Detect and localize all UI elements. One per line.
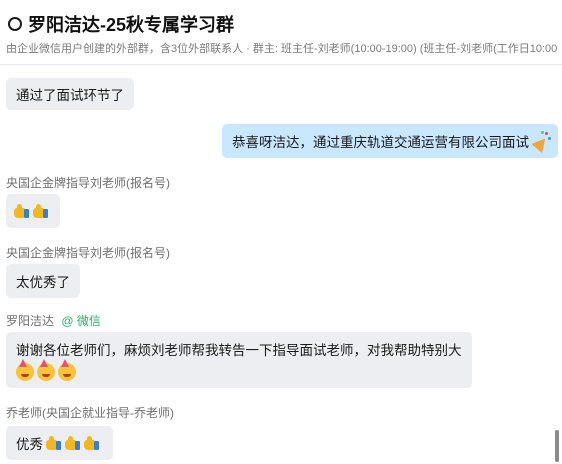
message-text: 太优秀了 — [16, 275, 70, 290]
thumbs-up-icon — [14, 203, 30, 219]
partying-face-icon — [58, 359, 76, 381]
emoji-row — [16, 359, 79, 381]
message-bubble[interactable] — [6, 194, 60, 228]
group-subtitle: 由企业微信用户创建的外部群，含3位外部联系人 · 群主: 班主任-刘老师(10:… — [6, 43, 558, 55]
thumbs-up-icon — [33, 203, 49, 219]
sender-name[interactable]: 乔老师(央国企就业指导-乔老师) — [6, 404, 174, 421]
thumbs-up-icon — [84, 435, 100, 451]
scrollbar-thumb[interactable] — [555, 430, 559, 462]
message-text: 谢谢各位老师们，麻烦刘老师帮我转告一下指导面试老师，对我帮助特别大 — [16, 343, 462, 358]
wechat-tag: @ 微信 — [61, 314, 101, 328]
message-list[interactable]: 通过了面试环节了 恭喜呀洁达，通过重庆轨道交通运营有限公司面试 央国企金牌指导刘… — [0, 64, 562, 464]
message-bubble[interactable]: 优秀 — [6, 426, 113, 460]
partying-face-icon — [16, 359, 34, 381]
message-text: 恭喜呀洁达，通过重庆轨道交通运营有限公司面试 — [232, 135, 529, 150]
thumbs-up-icon — [46, 435, 62, 451]
sender-name[interactable]: 央国企金牌指导刘老师(报名号) — [6, 174, 170, 191]
party-popper-icon — [531, 131, 552, 153]
chat-header: 罗阳洁达-25秋专属学习群 由企业微信用户创建的外部群，含3位外部联系人 · 群… — [0, 0, 562, 65]
sender-name[interactable]: 央国企金牌指导刘老师(报名号) — [6, 244, 170, 261]
message-bubble[interactable]: 谢谢各位老师们，麻烦刘老师帮我转告一下指导面试老师，对我帮助特别大 — [6, 332, 472, 388]
message-bubble[interactable]: 太优秀了 — [6, 264, 80, 298]
message-bubble[interactable]: 通过了面试环节了 — [6, 78, 134, 110]
thumbs-up-icon — [65, 435, 81, 451]
message-bubble-self[interactable]: 恭喜呀洁达，通过重庆轨道交通运营有限公司面试 — [222, 124, 558, 158]
message-text: 通过了面试环节了 — [16, 88, 124, 103]
group-title[interactable]: 罗阳洁达-25秋专属学习群 — [28, 11, 234, 37]
sender-name-text: 罗阳洁达 — [6, 314, 55, 328]
group-ring-icon — [8, 17, 22, 31]
message-text: 优秀 — [16, 437, 43, 452]
partying-face-icon — [37, 359, 55, 381]
sender-name[interactable]: 罗阳洁达 @ 微信 — [6, 312, 101, 329]
title-row: 罗阳洁达-25秋专属学习群 — [8, 12, 234, 36]
